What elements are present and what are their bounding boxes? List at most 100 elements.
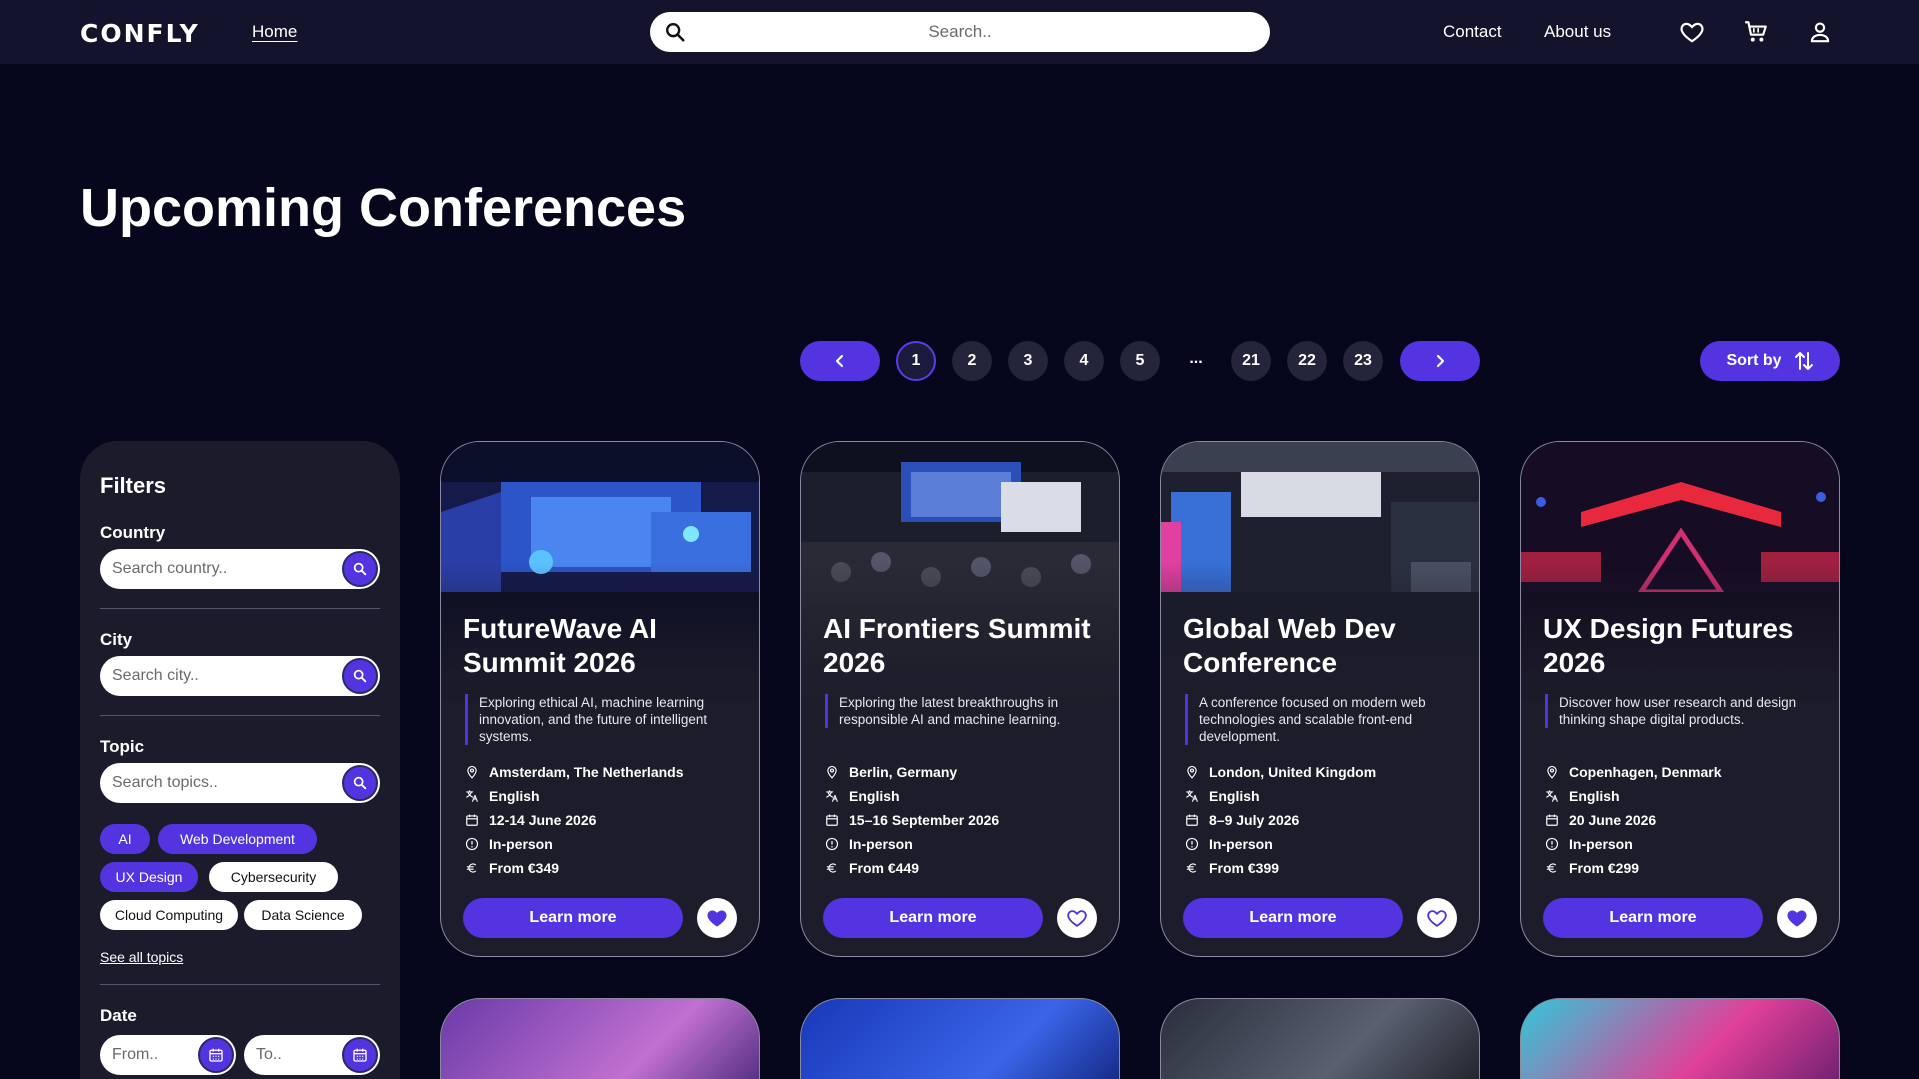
card-date-text: 8–9 July 2026	[1209, 812, 1300, 828]
city-input[interactable]	[112, 656, 332, 696]
conference-card-partial[interactable]	[800, 998, 1120, 1079]
euro-icon	[1546, 863, 1557, 873]
divider	[100, 984, 380, 985]
page-button-21[interactable]: 21	[1231, 341, 1271, 381]
card-description: A conference focused on modern web techn…	[1185, 694, 1460, 745]
card-language-text: English	[849, 788, 900, 804]
cart-icon[interactable]	[1743, 19, 1769, 45]
conference-card-partial[interactable]	[1160, 998, 1480, 1079]
city-search[interactable]	[100, 656, 380, 696]
topic-search[interactable]	[100, 763, 380, 803]
learn-more-button[interactable]: Learn more	[1543, 898, 1763, 938]
card-language-text: English	[489, 788, 540, 804]
sort-arrows-icon	[1794, 352, 1813, 370]
card-format: In-person	[465, 836, 745, 852]
topic-tag-web-development[interactable]: Web Development	[158, 824, 317, 854]
card-format-text: In-person	[849, 836, 913, 852]
card-location-text: Berlin, Germany	[849, 764, 958, 780]
card-format: In-person	[1185, 836, 1465, 852]
date-from-calendar-button[interactable]	[198, 1037, 234, 1073]
search-input[interactable]	[700, 12, 1220, 52]
card-location-text: Copenhagen, Denmark	[1569, 764, 1722, 780]
search-icon	[353, 669, 367, 683]
page-button-22[interactable]: 22	[1287, 341, 1327, 381]
card-format: In-person	[1545, 836, 1825, 852]
favorite-button[interactable]	[1417, 898, 1457, 938]
logo[interactable]: CONFLY	[80, 19, 200, 48]
favorite-button[interactable]	[1057, 898, 1097, 938]
conference-card: Global Web Dev Conference A conference f…	[1160, 441, 1480, 957]
card-date: 8–9 July 2026	[1185, 812, 1465, 828]
country-label: Country	[100, 523, 166, 542]
translate-icon	[466, 790, 478, 802]
see-all-topics-link[interactable]: See all topics	[100, 949, 183, 965]
chevron-left-icon	[835, 354, 844, 368]
card-price: From €349	[465, 860, 745, 876]
city-label: City	[100, 630, 133, 649]
date-to-calendar-button[interactable]	[342, 1037, 378, 1073]
date-to-input[interactable]	[256, 1035, 346, 1075]
page-button-3[interactable]: 3	[1008, 341, 1048, 381]
city-search-button[interactable]	[342, 658, 378, 694]
conference-card: UX Design Futures 2026 Discover how user…	[1520, 441, 1840, 957]
nav-home-link[interactable]: Home	[252, 22, 297, 42]
learn-more-button[interactable]: Learn more	[463, 898, 683, 938]
topic-input[interactable]	[112, 763, 332, 803]
card-date: 20 June 2026	[1545, 812, 1825, 828]
translate-icon	[1186, 790, 1198, 802]
euro-icon	[1186, 863, 1197, 873]
learn-more-button[interactable]: Learn more	[823, 898, 1043, 938]
page-button-4[interactable]: 4	[1064, 341, 1104, 381]
page-button-1[interactable]: 1	[896, 341, 936, 381]
card-price-text: From €399	[1209, 860, 1280, 876]
next-page-button[interactable]	[1400, 341, 1480, 381]
nav-about-link[interactable]: About us	[1544, 22, 1611, 42]
page-button-2[interactable]: 2	[952, 341, 992, 381]
country-input[interactable]	[112, 549, 332, 589]
conference-card-partial[interactable]	[440, 998, 760, 1079]
search-bar[interactable]	[650, 12, 1270, 52]
topic-tag-ux-design[interactable]: UX Design	[100, 862, 198, 892]
topic-tag-cybersecurity[interactable]: Cybersecurity	[209, 862, 338, 892]
favorite-button[interactable]	[1777, 898, 1817, 938]
heart-outline-icon	[1067, 910, 1087, 927]
card-location: London, United Kingdom	[1185, 764, 1465, 780]
date-from-input[interactable]	[112, 1035, 202, 1075]
country-search[interactable]	[100, 549, 380, 589]
translate-icon	[826, 790, 838, 802]
date-from-field[interactable]	[100, 1035, 236, 1075]
learn-more-button[interactable]: Learn more	[1183, 898, 1403, 938]
card-location-text: London, United Kingdom	[1209, 764, 1377, 780]
card-title: FutureWave AI Summit 2026	[463, 613, 657, 678]
date-to-field[interactable]	[244, 1035, 380, 1075]
calendar-icon	[353, 1048, 367, 1062]
card-location: Berlin, Germany	[825, 764, 1105, 780]
card-description: Discover how user research and design th…	[1545, 694, 1820, 728]
info-icon	[465, 837, 479, 851]
calendar-icon	[466, 814, 478, 826]
user-icon[interactable]	[1807, 19, 1833, 45]
divider	[100, 715, 380, 716]
card-language: English	[1185, 788, 1465, 804]
card-price: From €299	[1545, 860, 1825, 876]
heart-icon[interactable]	[1679, 19, 1705, 45]
card-price: From €399	[1185, 860, 1465, 876]
country-search-button[interactable]	[342, 551, 378, 587]
nav-contact-link[interactable]: Contact	[1443, 22, 1502, 42]
divider	[100, 608, 380, 609]
card-language: English	[825, 788, 1105, 804]
prev-page-button[interactable]	[800, 341, 880, 381]
topic-tag-cloud-computing[interactable]: Cloud Computing	[100, 900, 238, 930]
page-button-23[interactable]: 23	[1343, 341, 1383, 381]
card-format-text: In-person	[489, 836, 553, 852]
search-icon	[353, 562, 367, 576]
search-icon[interactable]	[664, 21, 686, 43]
card-date: 15–16 September 2026	[825, 812, 1105, 828]
conference-card-partial[interactable]	[1520, 998, 1840, 1079]
sort-button[interactable]: Sort by	[1700, 341, 1840, 381]
page-button-5[interactable]: 5	[1120, 341, 1160, 381]
topic-tag-data-science[interactable]: Data Science	[244, 900, 362, 930]
topic-search-button[interactable]	[342, 765, 378, 801]
favorite-button[interactable]	[697, 898, 737, 938]
topic-tag-ai[interactable]: AI	[100, 824, 150, 854]
